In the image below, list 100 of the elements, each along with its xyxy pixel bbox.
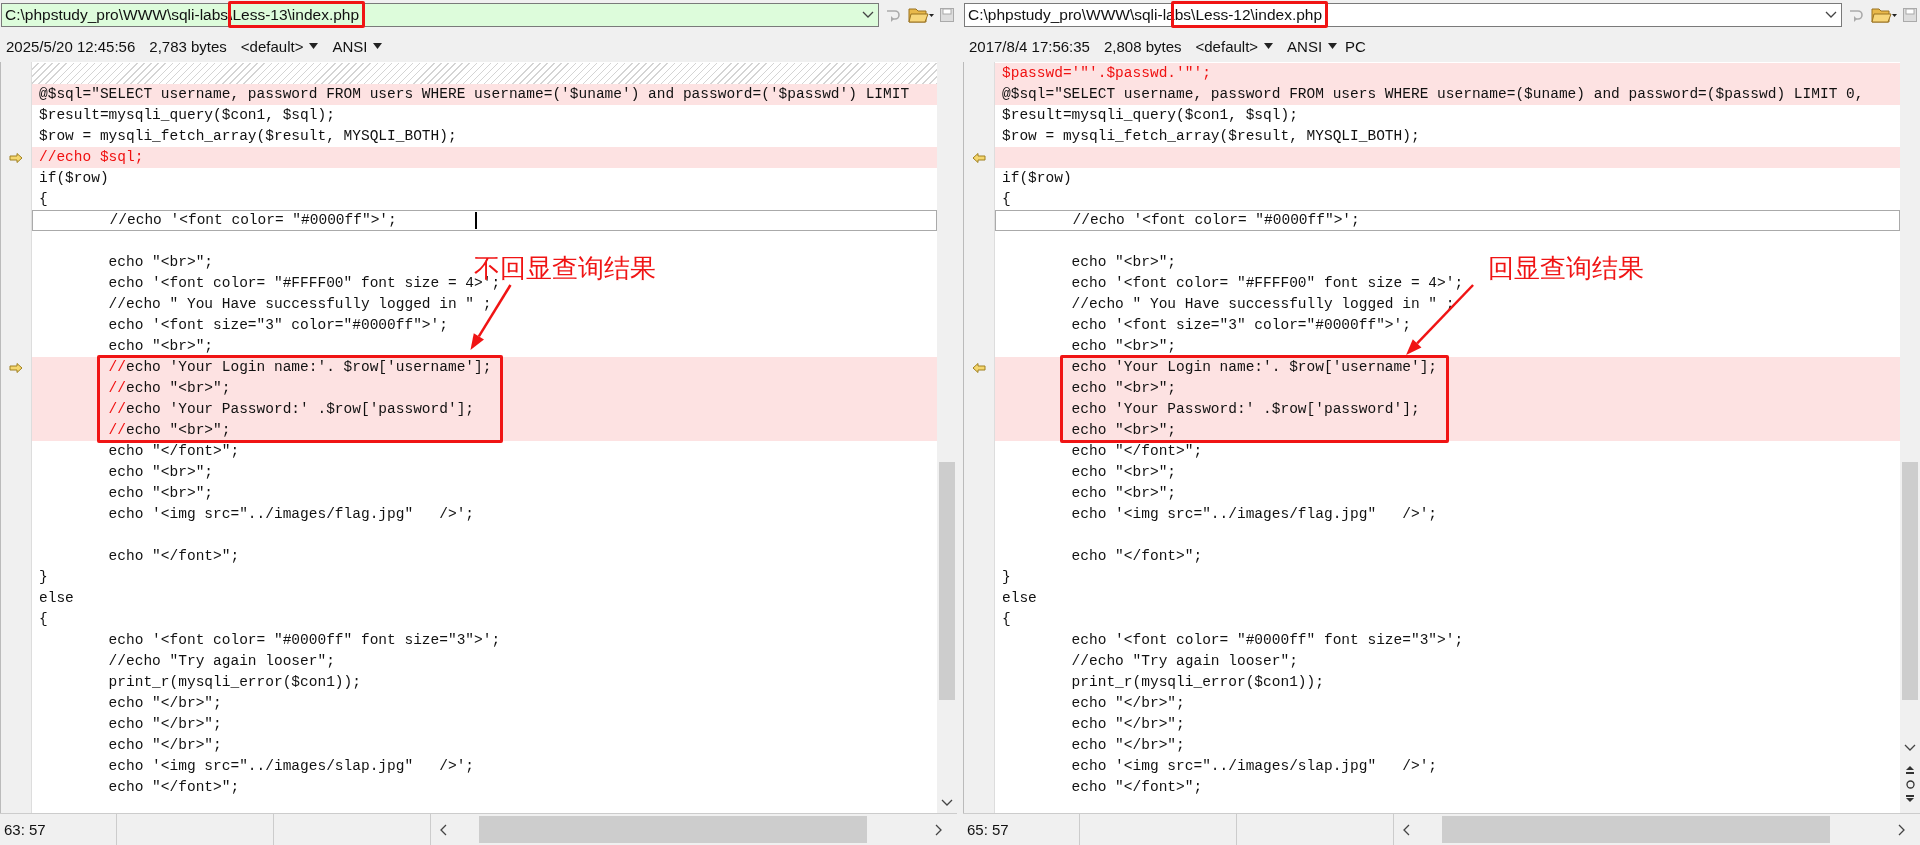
code-line: { <box>39 611 48 627</box>
code-line: echo "<br>"; <box>1070 254 1177 270</box>
code-line: @$sql="SELECT username, password FROM users WHERE username=('$uname') and password=('$passwd') LIMIT <box>39 86 910 102</box>
code-line: echo '<font color= "#0000ff" font size="3">'; <box>107 632 501 648</box>
code-line: print_r(mysqli_error($con1)); <box>107 674 361 690</box>
chevron-right-icon[interactable] <box>935 823 943 836</box>
code-line: if($row) <box>39 170 109 186</box>
file-size: 2,783 bytes <box>149 37 227 55</box>
code-line: $row = mysqli_fetch_array($result, MYSQLI_BOTH); <box>39 128 457 144</box>
vertical-scrollbar[interactable] <box>1900 62 1920 813</box>
code-line: echo "</br>"; <box>107 695 222 711</box>
caret-icon <box>373 43 383 49</box>
cursor-position: 63: 57 <box>0 814 117 845</box>
previous-difference-icon[interactable] <box>1906 766 1914 774</box>
code-line: echo 'Your Password:' .$row['password']; <box>1070 401 1420 417</box>
code-text: echo 'Your Password:' .$row['password']; <box>126 401 475 417</box>
code-line: { <box>39 191 48 207</box>
code-text: echo "<br>"; <box>126 380 231 396</box>
scrollbar-thumb[interactable] <box>479 816 867 843</box>
code-line: $result=mysqli_query($con1, $sql); <box>1002 107 1298 123</box>
folder-icon <box>908 6 934 24</box>
code-line: echo '<img src="../images/flag.jpg" />'; <box>1070 506 1438 522</box>
code-line: //echo $sql; <box>39 149 144 165</box>
changed-code-text: // <box>107 422 126 438</box>
code-line: echo '<font color= "#0000ff" font size="3">'; <box>1070 632 1464 648</box>
code-line: echo "</br>"; <box>1070 695 1185 711</box>
code-line: { <box>1002 611 1011 627</box>
code-line: echo "</font>"; <box>1070 443 1203 459</box>
code-line: echo "<br>"; <box>1070 485 1177 501</box>
code-line: else <box>39 590 74 606</box>
line-ending-label: PC <box>1345 37 1366 55</box>
code-line: echo "</br>"; <box>1070 737 1185 753</box>
code-line: echo '<font size="3" color="#0000ff">'; <box>107 317 448 333</box>
encoding-dropdown[interactable]: ANSI <box>1287 37 1338 55</box>
chevron-left-icon[interactable] <box>1402 823 1410 836</box>
code-line: echo "<br>"; <box>1070 422 1177 438</box>
code-text: echo 'Your Login name:'. $row['username']; <box>126 359 492 375</box>
codepage-dropdown[interactable]: <default> <box>1195 37 1274 55</box>
caret-icon <box>309 43 319 49</box>
caret-icon <box>1328 43 1338 49</box>
code-line: { <box>1002 191 1011 207</box>
cursor-position: 65: 57 <box>963 814 1080 845</box>
code-text: echo "<br>"; <box>126 422 231 438</box>
caret-icon <box>1264 43 1274 49</box>
code-line: } <box>39 569 48 585</box>
next-difference-icon[interactable] <box>1906 795 1914 803</box>
code-line: } <box>1002 569 1011 585</box>
code-line: echo "</br>"; <box>1070 716 1185 732</box>
code-line: //echo "Try again looser"; <box>1070 653 1298 669</box>
file-size: 2,808 bytes <box>1103 37 1182 55</box>
code-line: print_r(mysqli_error($con1)); <box>1070 674 1324 690</box>
highlighted-path-text: Less-13\index.php <box>232 6 360 23</box>
changed-code-text: // <box>107 401 126 417</box>
curved-arrow-icon <box>1847 7 1865 23</box>
code-line: $passwd='"'.$passwd.'"'; <box>1002 65 1211 81</box>
code-line: echo "<br>"; <box>1070 380 1177 396</box>
code-line: //echo "Try again looser"; <box>107 653 335 669</box>
annotation-text: 回显查询结果 <box>1488 252 1645 284</box>
code-line: echo "</font>"; <box>1070 779 1203 795</box>
encoding-dropdown[interactable]: ANSI <box>332 37 383 55</box>
code-line: else <box>1002 590 1037 606</box>
codepage-dropdown[interactable]: <default> <box>240 37 319 55</box>
scrollbar-thumb[interactable] <box>939 462 955 700</box>
code-line: echo "<br>"; <box>107 464 214 480</box>
code-line: echo "<br>"; <box>1070 464 1177 480</box>
scrollbar-thumb[interactable] <box>1902 462 1918 700</box>
file-date: 2017/8/4 17:56:35 <box>969 37 1090 55</box>
code-line: echo "</font>"; <box>107 548 240 564</box>
changed-code-text: // <box>107 359 126 375</box>
file-date: 2025/5/20 12:45:56 <box>6 37 136 55</box>
code-line: echo "<br>"; <box>107 485 214 501</box>
code-line: @$sql="SELECT username, password FROM users WHERE username=($uname) and password=($passwd) LIMIT 0, <box>1002 86 1864 102</box>
code-line: echo '<img src="../images/flag.jpg" />'; <box>107 506 475 522</box>
chevron-down-icon[interactable] <box>941 799 953 807</box>
code-line: echo "<br>"; <box>107 254 214 270</box>
code-line: echo "</br>"; <box>107 737 222 753</box>
chevron-down-icon <box>862 11 874 19</box>
code-line: echo "<br>"; <box>1070 338 1177 354</box>
code-line: echo '<font color= "#FFFF00" font size = 4>'; <box>1070 275 1464 291</box>
code-line: echo '<font size="3" color="#0000ff">'; <box>1070 317 1411 333</box>
code-line: echo "</font>"; <box>107 779 240 795</box>
folder-icon <box>1871 6 1897 24</box>
chevron-left-icon[interactable] <box>439 823 447 836</box>
chevron-right-icon[interactable] <box>1898 823 1906 836</box>
changed-code-text: // <box>107 380 126 396</box>
code-line: echo "<br>"; <box>107 338 214 354</box>
code-line: $result=mysqli_query($con1, $sql); <box>39 107 335 123</box>
scrollbar-thumb[interactable] <box>1442 816 1830 843</box>
code-line: //echo '<font color= "#0000ff">'; <box>40 212 478 228</box>
code-line: if($row) <box>1002 170 1072 186</box>
code-line: echo "</font>"; <box>1070 548 1203 564</box>
chevron-down-icon[interactable] <box>1904 744 1916 752</box>
code-line: echo '<img src="../images/slap.jpg" />'; <box>1070 758 1438 774</box>
circle-icon[interactable] <box>1905 780 1915 789</box>
code-line: echo "</font>"; <box>107 443 240 459</box>
code-line: $row = mysqli_fetch_array($result, MYSQLI_BOTH); <box>1002 128 1420 144</box>
code-line: echo 'Your Login name:'. $row['username']; <box>1070 359 1438 375</box>
code-line: //echo " You Have successfully logged in " ; <box>107 296 492 312</box>
highlighted-path-text: bs\Less-12\index.php <box>1174 6 1323 23</box>
chevron-down-icon <box>1825 11 1837 19</box>
